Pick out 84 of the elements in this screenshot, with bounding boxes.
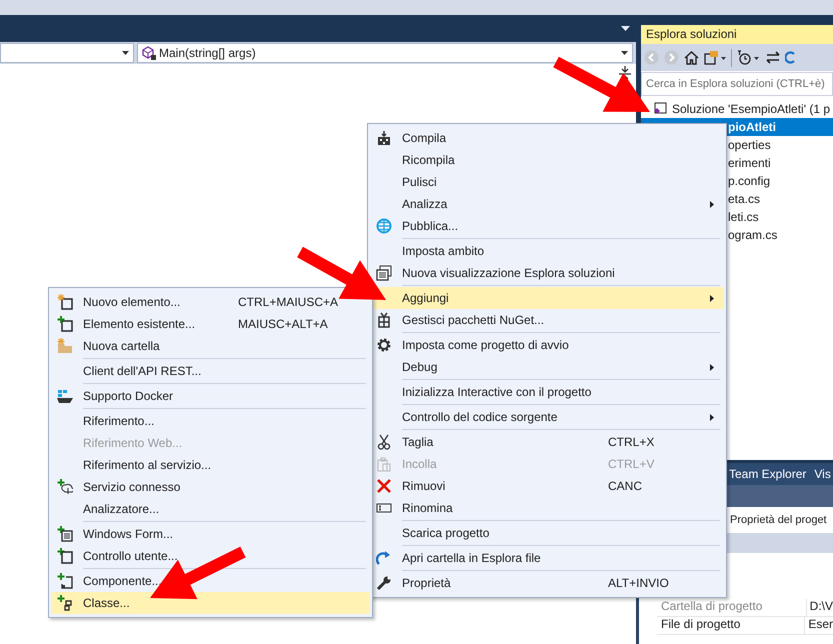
new-item-icon xyxy=(57,294,73,310)
menu-item[interactable]: Analizzatore... xyxy=(51,498,370,520)
menu-item[interactable]: Client dell'API REST... xyxy=(51,360,370,382)
menu-item[interactable]: Servizio connesso xyxy=(51,476,370,498)
panel-title: Esplora soluzioni xyxy=(641,25,833,44)
property-value: Eser xyxy=(807,617,833,633)
menu-item[interactable]: Elemento esistente... MAIUSC+ALT+A xyxy=(51,313,370,335)
home-icon[interactable] xyxy=(684,50,699,65)
menu-item[interactable]: Imposta come progetto di avvio xyxy=(370,334,724,356)
delete-icon xyxy=(376,478,392,494)
menu-item[interactable]: Controllo utente... xyxy=(51,545,370,567)
window-list-icon xyxy=(376,265,392,281)
shortcut-text: MAIUSC+ALT+A xyxy=(238,317,329,331)
globe-icon xyxy=(376,218,392,234)
menu-item[interactable]: Gestisci pacchetti NuGet... xyxy=(370,309,724,331)
menu-item[interactable]: Rimuovi CANC xyxy=(370,475,724,497)
curved-arrow-icon xyxy=(376,550,392,566)
add-class-icon xyxy=(57,595,73,611)
method-cube-icon xyxy=(142,46,156,60)
panel-tab[interactable]: Team Explorer xyxy=(729,467,806,481)
split-window-icon[interactable] xyxy=(618,66,632,82)
menu-item[interactable]: Debug xyxy=(370,356,724,378)
shortcut-text: CTRL+V xyxy=(608,457,656,471)
menu-item[interactable]: Classe... xyxy=(51,592,370,614)
submenu-arrow-icon xyxy=(710,414,714,420)
property-name: File di progetto xyxy=(657,617,806,634)
history-icon[interactable] xyxy=(737,50,761,65)
shortcut-text: CTRL+X xyxy=(608,435,656,449)
scissors-icon xyxy=(376,434,392,450)
menu-item[interactable]: Analizza xyxy=(370,193,724,215)
menu-item[interactable]: Apri cartella in Esplora file xyxy=(370,547,724,569)
settings-icon xyxy=(376,337,392,353)
menu-item[interactable]: Imposta ambito xyxy=(370,240,724,262)
swap-arrows-icon[interactable] xyxy=(766,50,780,65)
menu-item[interactable]: Supporto Docker xyxy=(51,385,370,407)
tree-label: Soluzione 'EsempioAtleti' (1 p xyxy=(672,102,830,116)
add-item-icon xyxy=(57,316,73,332)
dropdown-caret-icon[interactable] xyxy=(621,26,630,31)
add-form-icon xyxy=(57,526,73,542)
menu-item[interactable]: Rinomina xyxy=(370,497,724,519)
menu-item[interactable]: Controllo del codice sorgente xyxy=(370,406,724,428)
menu-item[interactable]: Scarica progetto xyxy=(370,522,724,544)
tree-item[interactable]: Soluzione 'EsempioAtleti' (1 p xyxy=(653,100,830,118)
tree-label: pioAtleti xyxy=(728,120,776,134)
menu-item[interactable]: Riferimento... xyxy=(51,410,370,432)
submenu-arrow-icon xyxy=(710,200,714,208)
menu-item[interactable]: Ricompila xyxy=(370,149,724,171)
clipboard-icon xyxy=(376,456,392,472)
property-value: D:\V xyxy=(808,599,833,615)
caret-icon xyxy=(122,51,129,55)
shortcut-text: CTRL+MAIUSC+A xyxy=(238,295,340,309)
menu-item[interactable]: Aggiungi xyxy=(370,287,724,309)
wrench-icon xyxy=(376,575,392,591)
submenu-arrow-icon xyxy=(710,294,714,302)
menu-item[interactable]: Taglia CTRL+X xyxy=(370,431,724,453)
add-service-icon xyxy=(57,479,73,495)
panel-tab[interactable]: Vis xyxy=(814,467,831,481)
sync-view-icon[interactable] xyxy=(704,50,726,65)
menu-item[interactable]: Pulisci xyxy=(370,171,724,193)
container-ship-icon xyxy=(57,388,73,404)
shortcut-text: CANC xyxy=(608,479,644,493)
menu-item[interactable]: Componente... xyxy=(51,570,370,592)
member-dropdown[interactable]: Main(string[] args) xyxy=(137,43,633,63)
property-name: Cartella di progetto xyxy=(657,599,807,616)
package-icon xyxy=(376,312,392,328)
menu-item[interactable]: Nuova cartella xyxy=(51,335,370,357)
menu-item[interactable]: Windows Form... xyxy=(51,523,370,545)
menu-item[interactable]: Pubblica... xyxy=(370,215,724,237)
menu-item[interactable]: Nuova visualizzazione Esplora soluzioni xyxy=(370,262,724,284)
shortcut-text: ALT+INVIO xyxy=(608,576,670,590)
refresh-icon[interactable] xyxy=(785,50,795,65)
menu-item[interactable]: Riferimento al servizio... xyxy=(51,454,370,476)
add-item-icon xyxy=(57,548,73,564)
menu-item[interactable]: Proprietà ALT+INVIO xyxy=(370,572,724,594)
solution-icon xyxy=(653,102,667,116)
add-component-icon xyxy=(57,573,73,589)
submenu-arrow-icon xyxy=(710,364,714,370)
dropdown-text: Main(string[] args) xyxy=(159,46,257,60)
build-icon xyxy=(376,130,392,146)
object-name: Proprietà del proget xyxy=(730,514,827,526)
menu-item[interactable]: Nuovo elemento... CTRL+MAIUSC+A xyxy=(51,291,370,313)
new-folder-icon xyxy=(57,338,73,354)
menu-item[interactable]: Inizializza Interactive con il progetto xyxy=(370,381,724,403)
search-field[interactable]: Cerca in Esplora soluzioni (CTRL+è) xyxy=(641,72,833,96)
